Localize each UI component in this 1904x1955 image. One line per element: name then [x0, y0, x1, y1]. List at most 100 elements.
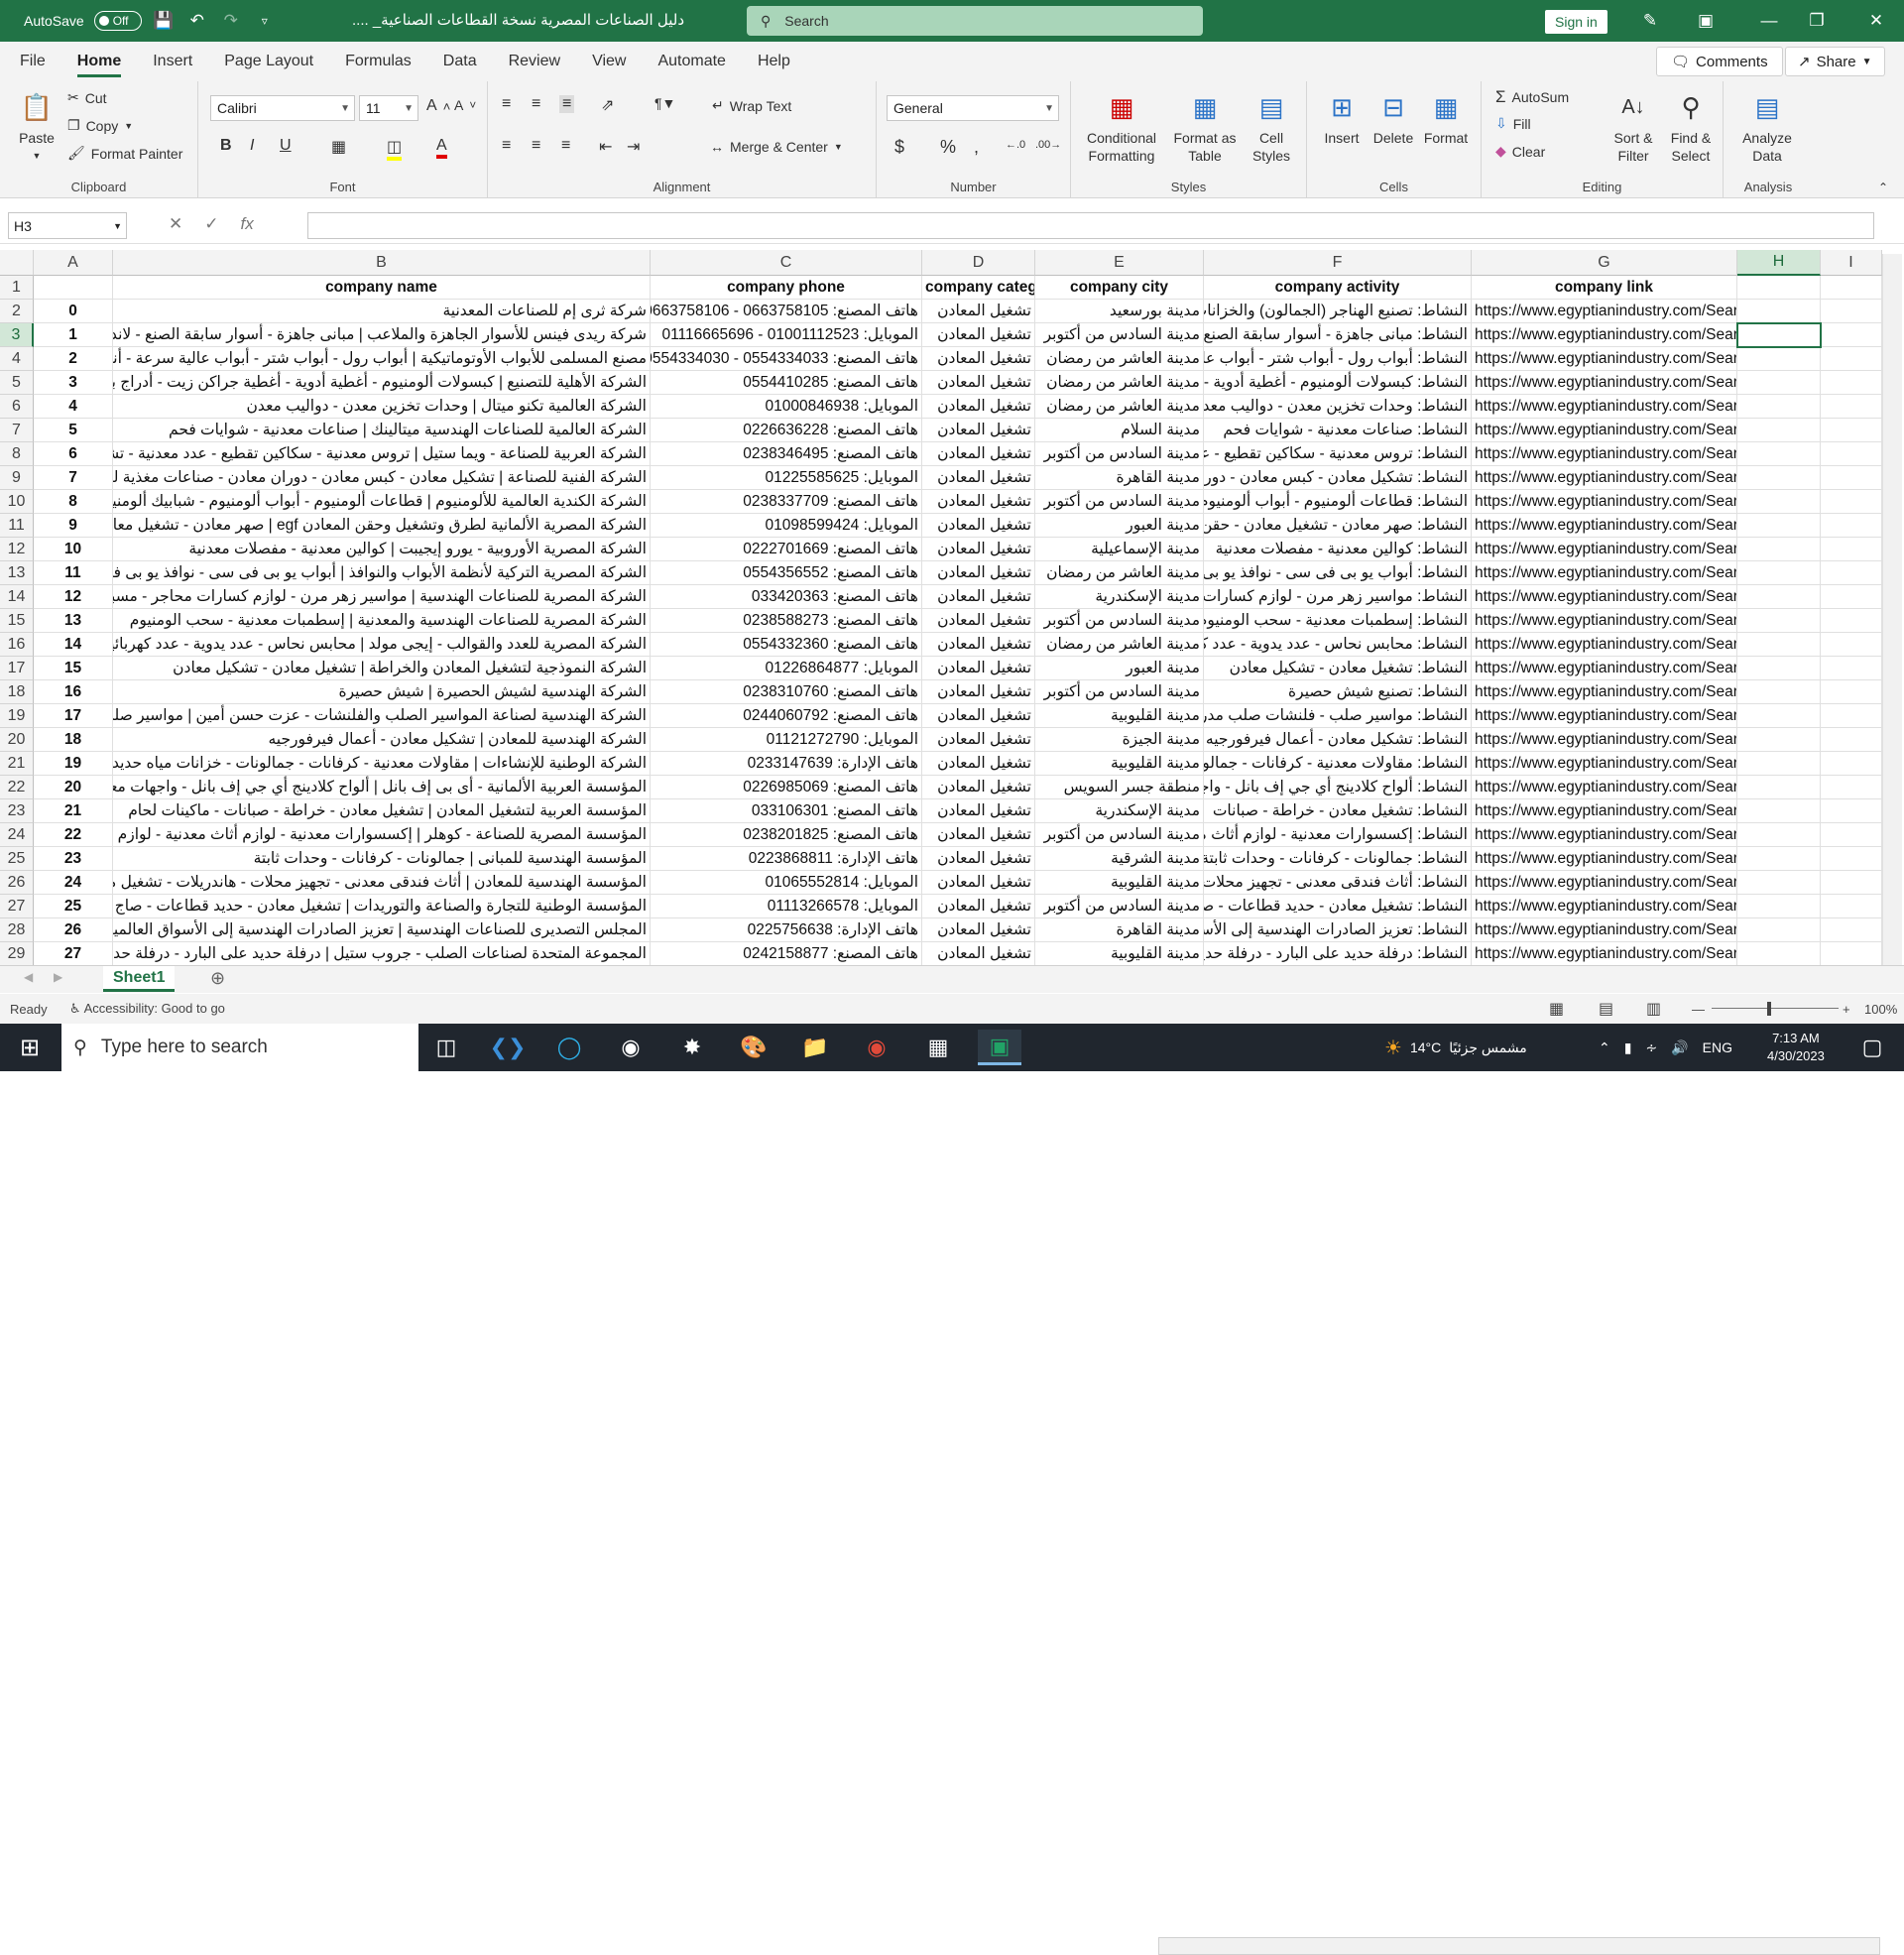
table-cell[interactable]: 21 [34, 799, 113, 823]
select-all-corner[interactable] [0, 250, 34, 276]
currency-icon[interactable]: $ [894, 137, 904, 158]
cell-styles-button[interactable]: ▤ Cell Styles [1242, 89, 1301, 165]
table-cell[interactable]: المؤسسة المصرية للصناعة - كوهلر | إكسسوا… [113, 823, 651, 847]
table-cell[interactable] [1821, 918, 1882, 942]
table-cell[interactable]: 27 [34, 942, 113, 966]
table-cell[interactable] [1737, 514, 1821, 538]
table-cell[interactable]: تشغيل المعادن [922, 752, 1035, 776]
table-cell[interactable]: تشغيل المعادن [922, 538, 1035, 561]
table-cell[interactable]: مدينة العاشر من رمضان [1035, 561, 1204, 585]
header-cell[interactable]: company link [1472, 276, 1737, 300]
table-cell[interactable] [1821, 323, 1882, 347]
table-cell[interactable]: https://www.egyptianindustry.com/SearchR… [1472, 776, 1737, 799]
table-cell[interactable]: https://www.egyptianindustry.com/SearchR… [1472, 657, 1737, 680]
redo-icon[interactable]: ↷ [219, 9, 243, 33]
table-cell[interactable]: تشغيل المعادن [922, 680, 1035, 704]
table-cell[interactable]: مدينة العاشر من رمضان [1035, 371, 1204, 395]
table-cell[interactable]: هاتف المصنع: 0238201825 [651, 823, 922, 847]
row-header[interactable]: 26 [0, 871, 34, 895]
table-cell[interactable]: النشاط: مبانى جاهزة - أسوار سابقة الصنع [1204, 323, 1472, 347]
autosum-button[interactable]: Σ AutoSum [1495, 87, 1569, 107]
table-cell[interactable]: https://www.egyptianindustry.com/SearchR… [1472, 395, 1737, 419]
table-cell[interactable] [1821, 609, 1882, 633]
table-cell[interactable] [1737, 347, 1821, 371]
table-cell[interactable]: النشاط: ألواح كلادينج أي جي إف بانل - وا… [1204, 776, 1472, 799]
format-cells-button[interactable]: ▦ Format [1420, 89, 1472, 147]
volume-icon[interactable]: 🔊 [1671, 1039, 1688, 1056]
align-bottom-icon[interactable]: ≡ [559, 95, 575, 113]
battery-icon[interactable]: ▮ [1624, 1039, 1632, 1056]
column-header-a[interactable]: A [34, 250, 113, 276]
table-cell[interactable]: مدينة الجيزة [1035, 728, 1204, 752]
table-cell[interactable]: مدينة العاشر من رمضان [1035, 347, 1204, 371]
bold-icon[interactable]: B [220, 137, 232, 155]
table-cell[interactable]: مدينة السادس من أكتوبر [1035, 490, 1204, 514]
name-box[interactable]: H3 ▼ [8, 212, 127, 239]
align-center-icon[interactable]: ≡ [532, 137, 540, 155]
table-cell[interactable]: مدينة القليوبية [1035, 704, 1204, 728]
table-cell[interactable] [1821, 490, 1882, 514]
undo-icon[interactable]: ↶ [185, 9, 209, 33]
table-cell[interactable]: 3 [34, 371, 113, 395]
table-cell[interactable]: https://www.egyptianindustry.com/SearchR… [1472, 752, 1737, 776]
page-layout-view-icon[interactable]: ▤ [1599, 999, 1613, 1019]
table-cell[interactable] [1737, 871, 1821, 895]
delete-cells-button[interactable]: ⊟ Delete [1368, 89, 1418, 147]
table-cell[interactable]: تشغيل المعادن [922, 514, 1035, 538]
windows-start-icon[interactable]: ⊞ [8, 1030, 52, 1065]
add-sheet-icon[interactable]: ⊕ [210, 968, 225, 989]
table-cell[interactable] [1821, 300, 1882, 323]
table-cell[interactable]: النشاط: درفلة حديد على البارد - درفلة حد… [1204, 942, 1472, 966]
table-cell[interactable]: مدينة الشرقية [1035, 847, 1204, 871]
vertical-scrollbar[interactable] [1882, 254, 1902, 966]
table-cell[interactable] [1737, 895, 1821, 918]
table-cell[interactable]: https://www.egyptianindustry.com/SearchR… [1472, 823, 1737, 847]
row-header[interactable]: 10 [0, 490, 34, 514]
underline-icon[interactable]: U [280, 137, 292, 155]
zoom-slider[interactable] [1712, 1008, 1839, 1009]
close-icon[interactable]: ✕ [1852, 0, 1900, 42]
notification-icon[interactable]: ▢ [1850, 1030, 1894, 1065]
table-cell[interactable]: هاتف الإدارة: 0223868811 [651, 847, 922, 871]
table-cell[interactable] [1737, 799, 1821, 823]
row-header[interactable]: 5 [0, 371, 34, 395]
column-header-e[interactable]: E [1035, 250, 1204, 276]
row-header[interactable]: 19 [0, 704, 34, 728]
table-cell[interactable]: المؤسسة العربية لتشغيل المعادن | تشغيل م… [113, 799, 651, 823]
header-cell[interactable]: company activity [1204, 276, 1472, 300]
table-cell[interactable]: 5 [34, 419, 113, 442]
table-cell[interactable]: تشغيل المعادن [922, 561, 1035, 585]
table-cell[interactable]: الموبايل: 01121272790 [651, 728, 922, 752]
table-cell[interactable]: مدينة القليوبية [1035, 871, 1204, 895]
table-cell[interactable]: الشركة الفنية للصناعة | تشكيل معادن - كب… [113, 466, 651, 490]
table-cell[interactable]: مدينة القليوبية [1035, 942, 1204, 966]
table-cell[interactable]: هاتف الإدارة: 0233147639 [651, 752, 922, 776]
table-cell[interactable]: مدينة العبور [1035, 514, 1204, 538]
table-cell[interactable]: تشغيل المعادن [922, 442, 1035, 466]
table-cell[interactable]: النشاط: أثاث فندقى معدنى - تجهيز محلات -… [1204, 871, 1472, 895]
table-cell[interactable]: 16 [34, 680, 113, 704]
table-cell[interactable]: الشركة العالمية للصناعات الهندسية ميتالي… [113, 419, 651, 442]
table-cell[interactable]: الشركة الكندية العالمية للألومنيوم | قطا… [113, 490, 651, 514]
decrease-decimal-icon[interactable]: .00→ [1035, 139, 1061, 151]
table-cell[interactable]: تشغيل المعادن [922, 633, 1035, 657]
table-cell[interactable] [1737, 442, 1821, 466]
format-as-table-button[interactable]: ▦ Format as Table [1170, 89, 1240, 165]
table-cell[interactable]: الشركة المصرية للصناعات الهندسية والمعدن… [113, 609, 651, 633]
paint-icon[interactable]: 🎨 [732, 1030, 775, 1065]
table-cell[interactable]: 26 [34, 918, 113, 942]
number-format-select[interactable]: General ▼ [887, 95, 1059, 121]
table-cell[interactable] [1737, 942, 1821, 966]
table-cell[interactable]: النشاط: تشغيل معادن - حديد قطاعات - صاج … [1204, 895, 1472, 918]
table-cell[interactable]: هاتف المصنع: 0554332360 [651, 633, 922, 657]
table-cell[interactable]: الموبايل: 01001112523 - 01116665696 [651, 323, 922, 347]
table-cell[interactable] [1821, 895, 1882, 918]
tab-automate[interactable]: Automate [642, 42, 741, 81]
table-cell[interactable]: منطقة جسر السويس [1035, 776, 1204, 799]
increase-font-icon[interactable]: A ˄ [426, 97, 450, 115]
accessibility-status[interactable]: ♿ Accessibility: Good to go [69, 1001, 225, 1017]
table-cell[interactable]: https://www.egyptianindustry.com/SearchR… [1472, 490, 1737, 514]
table-cell[interactable] [1737, 704, 1821, 728]
table-cell[interactable] [1821, 514, 1882, 538]
table-cell[interactable]: 0 [34, 300, 113, 323]
